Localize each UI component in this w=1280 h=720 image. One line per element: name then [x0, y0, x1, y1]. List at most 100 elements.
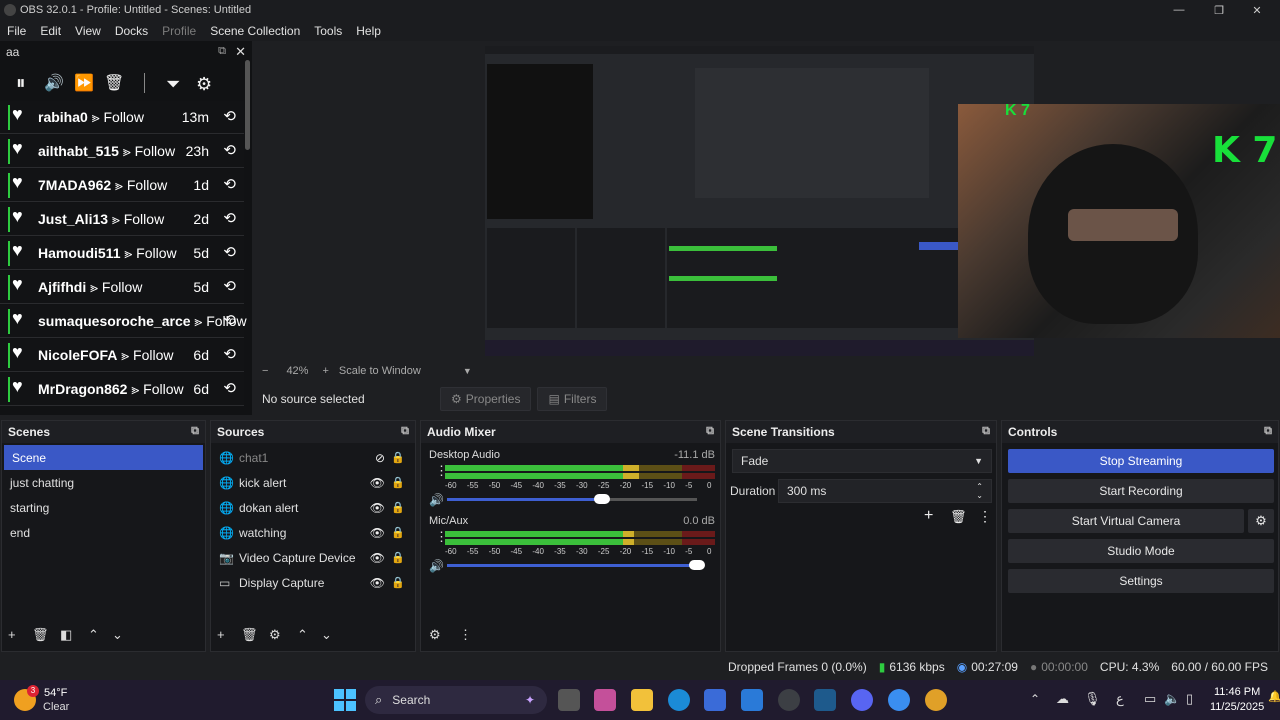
feed-scrollbar[interactable]: [245, 60, 250, 150]
battery-icon[interactable]: ▯: [1186, 691, 1193, 707]
tray-chevron-icon[interactable]: ⌃: [1030, 692, 1040, 706]
volume-knob[interactable]: [594, 494, 610, 504]
feed-row[interactable]: ♥ MrDragon862 ⪢ Follow 6d ⟲: [0, 373, 244, 406]
lock-icon[interactable]: 🔒: [391, 451, 405, 464]
source-item[interactable]: 📷 Video Capture Device 👁 🔒: [211, 545, 415, 570]
source-item[interactable]: 🌐 kick alert 👁 🔒: [211, 470, 415, 495]
menu-profile[interactable]: Profile: [155, 24, 203, 38]
dock-close-icon[interactable]: ✕: [235, 44, 246, 60]
filters-button[interactable]: ▤ Filters: [537, 387, 608, 411]
undock-icon[interactable]: ⧉: [706, 425, 714, 438]
scene-item[interactable]: just chatting: [2, 470, 205, 495]
undock-icon[interactable]: ⧉: [982, 425, 990, 438]
minimize-button[interactable]: —: [1160, 0, 1198, 20]
undock-icon[interactable]: ⧉: [401, 425, 409, 438]
feed-row[interactable]: ♥ Hamoudi511 ⪢ Follow 5d ⟲: [0, 237, 244, 270]
volume-icon[interactable]: 🔈: [1164, 691, 1180, 707]
edge-icon[interactable]: [668, 689, 690, 711]
skip-icon[interactable]: ⏩: [74, 71, 94, 97]
volume-icon[interactable]: 🔊: [429, 559, 444, 573]
replay-icon[interactable]: ⟲: [223, 243, 236, 261]
menu-view[interactable]: View: [68, 24, 108, 38]
add-transition-icon[interactable]: +: [924, 507, 933, 525]
feed-row[interactable]: ♥ rabiha0 ⪢ Follow 13m ⟲: [0, 101, 244, 134]
remove-scene-icon[interactable]: 🗑: [32, 627, 49, 643]
copilot-app-icon[interactable]: [594, 689, 616, 711]
visibility-icon[interactable]: 👁: [370, 526, 385, 540]
scene-item[interactable]: starting: [2, 495, 205, 520]
source-item[interactable]: ▭ Display Capture 👁 🔒: [211, 570, 415, 595]
outlook-icon[interactable]: [741, 689, 763, 711]
clock-date[interactable]: 11/25/2025: [1210, 701, 1264, 713]
replay-icon[interactable]: ⟲: [223, 107, 236, 125]
start-virtual-camera-button[interactable]: Start Virtual Camera: [1008, 509, 1244, 533]
feed-row[interactable]: ♥ sumaquesoroche_arce ⪢ Follow ⟲: [0, 305, 247, 338]
menu-docks[interactable]: Docks: [108, 24, 155, 38]
visibility-icon[interactable]: 👁: [370, 476, 385, 490]
hidden-icon[interactable]: ⊘: [375, 451, 385, 465]
network-icon[interactable]: ▭: [1144, 691, 1156, 707]
add-scene-icon[interactable]: +: [8, 627, 16, 642]
source-item[interactable]: 🌐 watching 👁 🔒: [211, 520, 415, 545]
studio-mode-button[interactable]: Studio Mode: [1008, 539, 1274, 563]
language-indicator[interactable]: ع: [1116, 691, 1124, 707]
move-down-icon[interactable]: ⌄: [321, 627, 332, 643]
move-up-icon[interactable]: ⌃: [297, 627, 308, 643]
maximize-button[interactable]: ❐: [1200, 0, 1238, 20]
menu-help[interactable]: Help: [349, 24, 388, 38]
steam-icon[interactable]: [814, 689, 836, 711]
taskbar-search[interactable]: ⌕ Search ✦: [365, 686, 547, 714]
scale-mode[interactable]: Scale to Window: [339, 365, 421, 377]
settings-icon[interactable]: ⚙: [196, 71, 212, 97]
undock-icon[interactable]: ⧉: [1264, 425, 1272, 438]
volume-knob[interactable]: [689, 560, 705, 570]
stop-streaming-button[interactable]: Stop Streaming: [1008, 449, 1274, 473]
replay-icon[interactable]: ⟲: [223, 141, 236, 159]
windows-start-icon[interactable]: [334, 689, 356, 711]
menu-file[interactable]: File: [0, 24, 33, 38]
zoom-out-button[interactable]: −: [262, 365, 268, 377]
menu-tools[interactable]: Tools: [307, 24, 349, 38]
vcam-settings-icon[interactable]: ⚙: [1248, 509, 1274, 533]
replay-icon[interactable]: ⟲: [223, 277, 236, 295]
undock-icon[interactable]: ⧉: [218, 45, 226, 58]
chrome-icon[interactable]: [925, 689, 947, 711]
settings-button[interactable]: Settings: [1008, 569, 1274, 593]
start-recording-button[interactable]: Start Recording: [1008, 479, 1274, 503]
feed-row[interactable]: ♥ Just_Ali13 ⪢ Follow 2d ⟲: [0, 203, 244, 236]
transition-select[interactable]: Fade ▼: [732, 449, 992, 473]
remove-transition-icon[interactable]: 🗑: [950, 509, 967, 525]
trash-icon[interactable]: 🗑: [104, 71, 124, 97]
lock-icon[interactable]: 🔒: [391, 576, 405, 589]
replay-icon[interactable]: ⟲: [223, 345, 236, 363]
undock-icon[interactable]: ⧉: [191, 425, 199, 438]
filter-icon[interactable]: ⏷: [166, 71, 180, 97]
notification-icon[interactable]: 🔔: [1268, 690, 1280, 703]
visibility-icon[interactable]: 👁: [370, 576, 385, 590]
visibility-icon[interactable]: 👁: [370, 551, 385, 565]
discord-icon[interactable]: [851, 689, 873, 711]
onedrive-icon[interactable]: ☁: [1056, 691, 1069, 707]
source-item[interactable]: 🌐 dokan alert 👁 🔒: [211, 495, 415, 520]
mixer-menu-icon[interactable]: ⋮: [459, 627, 472, 643]
store-icon[interactable]: [704, 689, 726, 711]
microphone-icon[interactable]: 🎙: [1084, 691, 1101, 707]
source-item[interactable]: 🌐 chat1 ⊘ 🔒: [211, 445, 415, 470]
replay-icon[interactable]: ⟲: [223, 311, 236, 329]
sound-icon[interactable]: 🔊: [44, 71, 64, 97]
move-up-icon[interactable]: ⌃: [88, 627, 99, 643]
zoom-in-button[interactable]: +: [322, 365, 328, 377]
file-explorer-icon[interactable]: [631, 689, 653, 711]
feed-row[interactable]: ♥ ailthabt_515 ⪢ Follow 23h ⟲: [0, 135, 244, 168]
scene-item[interactable]: end: [2, 520, 205, 545]
source-properties-icon[interactable]: ⚙: [269, 627, 281, 643]
add-source-icon[interactable]: +: [217, 627, 225, 642]
remove-source-icon[interactable]: 🗑: [241, 627, 258, 643]
move-down-icon[interactable]: ⌄: [112, 627, 123, 643]
replay-icon[interactable]: ⟲: [223, 379, 236, 397]
obs-taskbar-icon[interactable]: [778, 689, 800, 711]
lock-icon[interactable]: 🔒: [391, 476, 405, 489]
replay-icon[interactable]: ⟲: [223, 209, 236, 227]
transition-menu-icon[interactable]: ⋮: [978, 508, 992, 525]
menu-scene-collection[interactable]: Scene Collection: [203, 24, 307, 38]
